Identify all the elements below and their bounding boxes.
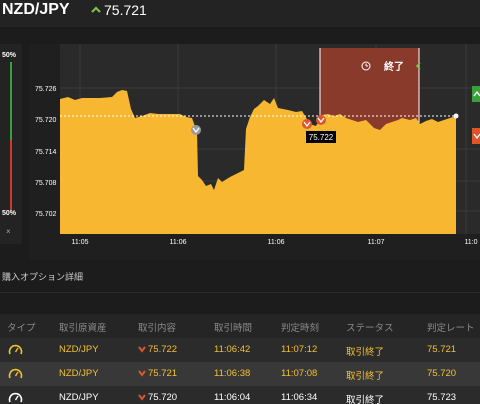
status-cell: 取引終了	[346, 347, 385, 358]
content-cell: 75.720	[148, 392, 178, 403]
status-cell: 取引終了	[346, 395, 385, 404]
gauge-icon	[8, 344, 23, 355]
divider	[0, 292, 480, 293]
down-percentage: 50%	[2, 210, 17, 217]
content-cell: 75.722	[148, 344, 178, 355]
y-tick: 75.708	[35, 180, 57, 187]
asset-cell: NZD/JPY	[59, 392, 99, 403]
header-content: 取引内容	[138, 323, 177, 334]
down-arrow-icon	[138, 370, 146, 377]
judge-cell: 11:07:08	[281, 368, 318, 379]
trade-marker-down[interactable]	[302, 119, 312, 129]
asset-cell: NZD/JPY	[59, 368, 99, 379]
judge-cell: 11:06:34	[281, 392, 318, 403]
up-sentiment-bar	[10, 62, 12, 140]
trade-marker-down[interactable]	[316, 115, 326, 125]
table-header: タイプ 取引原資産 取引内容 取引時間 判定時刻 ステータス 判定レート	[0, 314, 480, 338]
down-button[interactable]	[472, 128, 480, 144]
header-asset: 取引原資産	[59, 323, 107, 334]
rate-cell: 75.720	[427, 368, 457, 379]
x-tick: 11:06	[170, 239, 187, 246]
y-tick: 75.714	[35, 149, 57, 156]
rate-cell: 75.721	[427, 344, 457, 355]
current-price: 75.721	[104, 2, 147, 18]
time-cell: 11:06:42	[214, 344, 251, 355]
table-row[interactable]: NZD/JPY 75.722 11:06:42 11:07:12 取引終了 75…	[0, 338, 480, 362]
gauge-icon	[8, 392, 23, 403]
gauge-icon	[8, 368, 23, 379]
x-tick: 11:05	[72, 239, 89, 246]
up-button[interactable]	[472, 86, 480, 102]
up-percentage: 50%	[2, 52, 17, 59]
end-label: 終了	[384, 60, 404, 73]
x-tick: 11:06	[268, 239, 285, 246]
judge-cell: 11:07:12	[281, 344, 318, 355]
y-tick: 75.726	[35, 86, 57, 93]
status-cell: 取引終了	[346, 371, 385, 382]
asset-pair-title: NZD/JPY	[2, 1, 70, 18]
header-judge: 判定時刻	[281, 323, 320, 334]
header-type: タイプ	[7, 323, 36, 334]
asset-cell: NZD/JPY	[59, 344, 99, 355]
section-title: 購入オプション詳細	[2, 272, 84, 282]
header-status: ステータス	[346, 323, 394, 334]
y-tick: 75.702	[35, 211, 57, 218]
y-tick: 75.720	[35, 117, 57, 124]
current-price-dot	[453, 113, 459, 119]
price-chart[interactable]: 75.726 75.720 75.714 75.708 75.702 11:05…	[30, 44, 480, 260]
x-tick: 11:0	[464, 239, 477, 246]
header-rate: 判定レート	[427, 323, 475, 334]
header-bar: NZD/JPY 75.721	[0, 0, 480, 27]
down-arrow-icon	[138, 394, 146, 401]
table-row[interactable]: NZD/JPY 75.721 11:06:38 11:07:08 取引終了 75…	[0, 362, 480, 386]
down-sentiment-bar	[10, 140, 12, 210]
sentiment-panel: 50% 50% ×	[0, 44, 22, 244]
trade-marker-gray[interactable]	[191, 125, 201, 135]
content-cell: 75.721	[148, 368, 178, 379]
x-tick: 11:07	[368, 239, 385, 246]
table-row[interactable]: NZD/JPY 75.720 11:06:04 11:06:34 取引終了 75…	[0, 386, 480, 404]
rate-cell: 75.723	[427, 392, 457, 403]
down-arrow-icon	[138, 346, 146, 353]
time-cell: 11:06:38	[214, 368, 251, 379]
time-cell: 11:06:04	[214, 392, 251, 403]
header-time: 取引時間	[214, 323, 253, 334]
up-arrow-icon	[91, 6, 101, 13]
marker-label: 75.722	[309, 133, 334, 142]
close-icon[interactable]: ×	[6, 227, 11, 236]
